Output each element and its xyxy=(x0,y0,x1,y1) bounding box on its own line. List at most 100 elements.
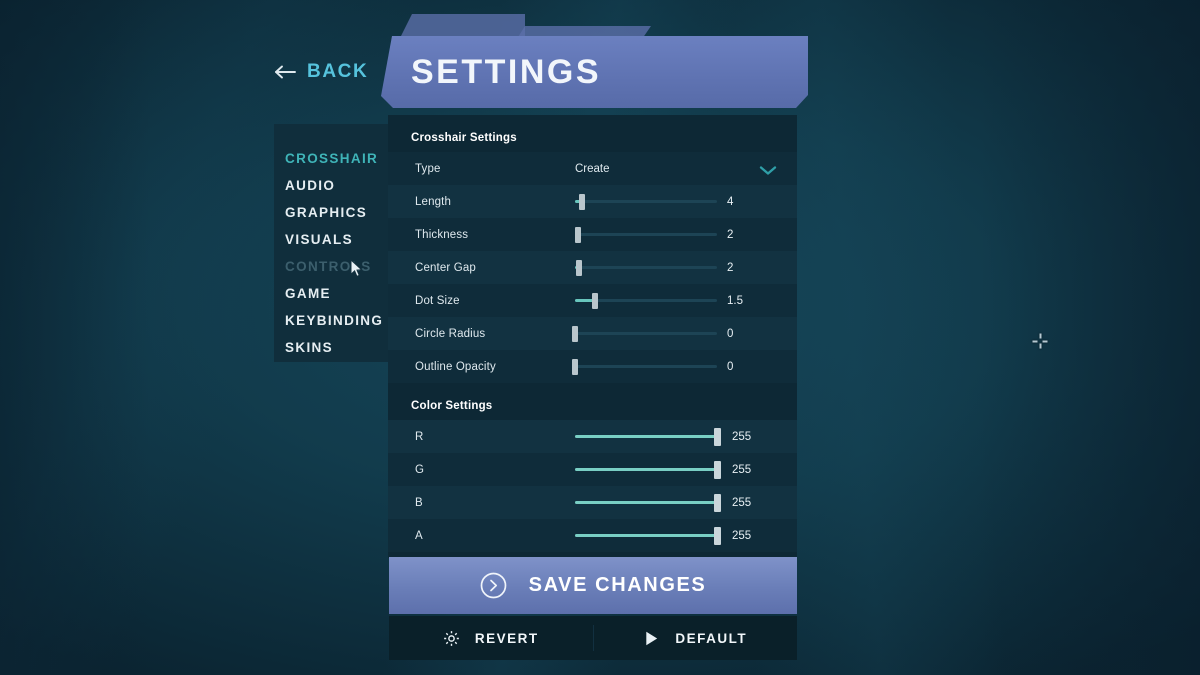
setting-label: Center Gap xyxy=(415,261,476,274)
length-slider[interactable] xyxy=(575,185,717,218)
sidebar-item-controls[interactable]: CONTROLS xyxy=(285,253,389,280)
settings-header: SETTINGS xyxy=(381,14,808,116)
setting-row-circle-radius[interactable]: Circle Radius 0 xyxy=(388,317,797,350)
slider-fill xyxy=(575,468,717,471)
slider-thumb[interactable] xyxy=(579,194,586,210)
blue-slider[interactable] xyxy=(575,486,721,519)
setting-label: Type xyxy=(415,162,441,175)
setting-label: Dot Size xyxy=(415,294,460,307)
revert-button[interactable]: REVERT xyxy=(389,616,593,660)
slider-thumb[interactable] xyxy=(714,428,721,446)
sidebar-item-label: GRAPHICS xyxy=(285,205,368,220)
setting-value: 255 xyxy=(732,496,752,509)
page-title: SETTINGS xyxy=(411,52,602,91)
outline-opacity-slider[interactable] xyxy=(572,350,717,383)
setting-label: G xyxy=(415,463,425,476)
default-label: DEFAULT xyxy=(675,630,748,646)
setting-value: 2 xyxy=(727,228,734,241)
header-banner: SETTINGS xyxy=(381,36,808,108)
sidebar-item-label: GAME xyxy=(285,286,331,301)
slider-fill xyxy=(575,534,717,537)
setting-value: 0 xyxy=(727,327,734,340)
dot-size-slider[interactable] xyxy=(575,284,717,317)
play-icon xyxy=(643,630,660,647)
setting-label: Circle Radius xyxy=(415,327,486,340)
sidebar-item-label: CONTROLS xyxy=(285,259,372,274)
slider-track xyxy=(575,266,717,269)
setting-label: R xyxy=(415,430,424,443)
type-dropdown-value: Create xyxy=(575,162,610,175)
slider-thumb[interactable] xyxy=(591,293,598,309)
sidebar-item-audio[interactable]: AUDIO xyxy=(285,172,389,199)
color-row-b[interactable]: B 255 xyxy=(388,486,797,519)
slider-thumb[interactable] xyxy=(576,260,583,276)
setting-value: 255 xyxy=(732,430,752,443)
slider-fill xyxy=(575,435,717,438)
footer-bar: REVERT DEFAULT xyxy=(389,616,797,660)
background-left-shade xyxy=(0,0,150,675)
setting-label: Thickness xyxy=(415,228,469,241)
setting-value: 255 xyxy=(732,463,752,476)
slider-track xyxy=(575,332,717,335)
setting-row-type[interactable]: Type Create xyxy=(388,152,797,185)
revert-label: REVERT xyxy=(474,630,539,646)
sidebar-item-label: CROSSHAIR xyxy=(285,151,379,166)
setting-value: 4 xyxy=(727,195,734,208)
sidebar-item-skins[interactable]: SKINS xyxy=(285,334,389,361)
thickness-slider[interactable] xyxy=(574,218,717,251)
crosshair-settings-title: Crosshair Settings xyxy=(411,132,517,144)
setting-row-length[interactable]: Length 4 xyxy=(388,185,797,218)
crosshair-settings-rows: Type Create Length 4 Thickness 2 Center … xyxy=(388,152,797,383)
gear-icon xyxy=(443,630,460,647)
sidebar-item-crosshair[interactable]: CROSSHAIR xyxy=(285,145,389,172)
save-changes-button[interactable]: SAVE CHANGES xyxy=(389,557,797,614)
sidebar-item-label: KEYBINDING xyxy=(285,313,384,328)
setting-row-outline-opacity[interactable]: Outline Opacity 0 xyxy=(388,350,797,383)
sidebar-item-keybinding[interactable]: KEYBINDING xyxy=(285,307,389,334)
setting-label: Length xyxy=(415,195,452,208)
green-slider[interactable] xyxy=(575,453,721,486)
color-row-g[interactable]: G 255 xyxy=(388,453,797,486)
background-right-shade xyxy=(980,0,1200,675)
slider-thumb[interactable] xyxy=(714,461,721,479)
settings-panel: Crosshair Settings Type Create Length 4 … xyxy=(388,115,797,558)
arrow-right-circle-icon xyxy=(480,572,507,599)
color-settings-title: Color Settings xyxy=(411,400,493,412)
setting-value: 2 xyxy=(727,261,734,274)
slider-fill xyxy=(575,501,717,504)
slider-thumb[interactable] xyxy=(572,359,578,375)
sidebar-item-label: VISUALS xyxy=(285,232,353,247)
back-button-label: BACK xyxy=(307,61,369,82)
alpha-slider[interactable] xyxy=(575,519,721,552)
sidebar-item-label: SKINS xyxy=(285,340,334,355)
crosshair-icon xyxy=(1032,333,1048,349)
red-slider[interactable] xyxy=(575,420,721,453)
back-button[interactable]: BACK xyxy=(274,58,368,86)
sidebar-item-graphics[interactable]: GRAPHICS xyxy=(285,199,389,226)
sidebar-item-label: AUDIO xyxy=(285,178,336,193)
slider-track xyxy=(575,233,717,236)
setting-label: B xyxy=(415,496,423,509)
slider-thumb[interactable] xyxy=(572,326,578,342)
sidebar-item-visuals[interactable]: VISUALS xyxy=(285,226,389,253)
slider-thumb[interactable] xyxy=(714,527,721,545)
circle-radius-slider[interactable] xyxy=(572,317,717,350)
setting-row-dot-size[interactable]: Dot Size 1.5 xyxy=(388,284,797,317)
slider-track xyxy=(575,200,717,203)
setting-row-center-gap[interactable]: Center Gap 2 xyxy=(388,251,797,284)
setting-row-thickness[interactable]: Thickness 2 xyxy=(388,218,797,251)
color-row-a[interactable]: A 255 xyxy=(388,519,797,552)
default-button[interactable]: DEFAULT xyxy=(594,616,798,660)
center-gap-slider[interactable] xyxy=(575,251,717,284)
arrow-left-icon xyxy=(274,65,296,79)
slider-track xyxy=(575,365,717,368)
chevron-down-icon[interactable] xyxy=(759,163,777,175)
save-changes-label: SAVE CHANGES xyxy=(528,574,707,596)
sidebar-item-game[interactable]: GAME xyxy=(285,280,389,307)
color-settings-rows: R 255 G 255 B 255 A 255 xyxy=(388,420,797,552)
color-row-r[interactable]: R 255 xyxy=(388,420,797,453)
slider-thumb[interactable] xyxy=(714,494,721,512)
setting-value: 0 xyxy=(727,360,734,373)
setting-label: A xyxy=(415,529,423,542)
slider-thumb[interactable] xyxy=(574,227,581,243)
